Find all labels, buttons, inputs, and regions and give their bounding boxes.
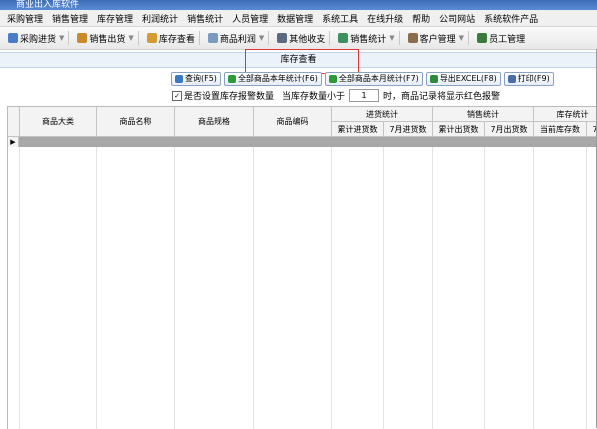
- action-button-label: 全部商品本年统计(F6): [237, 74, 318, 83]
- selected-row[interactable]: [8, 137, 597, 147]
- toolbar-button-label: 销售统计: [350, 34, 387, 45]
- income-expense-icon: [277, 33, 288, 43]
- grid-line: [533, 147, 534, 429]
- current-row-marker: ▶: [8, 137, 19, 147]
- action-button-label: 查询(F5): [185, 74, 217, 83]
- toolbar-button-label: 销售出货: [89, 34, 126, 45]
- print-icon: [507, 75, 516, 83]
- menu-item[interactable]: 在线升级: [360, 12, 405, 25]
- menu-item[interactable]: 系统工具: [315, 12, 360, 25]
- menu-bar: 采购管理 销售管理 库存管理 利润统计 销售统计 人员管理 数据管理 系统工具 在线升级 帮助 公司…: [0, 10, 597, 27]
- window-title-bar: 商业出入库软件: [0, 0, 597, 10]
- threshold-prefix: 当库存数量小于: [282, 92, 346, 102]
- grid-line: [253, 147, 254, 429]
- check-icon: [227, 75, 236, 83]
- menu-item[interactable]: 利润统计: [135, 12, 180, 25]
- toolbar-button[interactable]: 销售统计 ▼: [330, 29, 398, 47]
- toolbar-button[interactable]: 员工管理: [469, 29, 529, 47]
- grid-line: [19, 147, 20, 429]
- alarm-checkbox[interactable]: ✓: [172, 90, 182, 101]
- grid-line: [432, 147, 433, 429]
- purchase-icon: [8, 33, 18, 43]
- alarm-options: ✓ 是否设置库存报警数量 当库存数量小于 1 时，商品记录将显示红色报警: [172, 89, 500, 102]
- column-header[interactable]: 商品规格: [175, 107, 254, 137]
- menu-item[interactable]: 系统软件产品: [477, 12, 540, 25]
- action-button-row: 查询(F5) 全部商品本年统计(F6) 全部商品本月统计(F7) 导出EXCEL(F8…: [171, 72, 557, 86]
- toolbar-button[interactable]: 销售出货 ▼: [69, 29, 137, 47]
- column-group-header[interactable]: 库存统计: [534, 107, 597, 122]
- action-button[interactable]: 查询(F5): [171, 72, 221, 86]
- action-button[interactable]: 全部商品本年统计(F6): [223, 72, 322, 86]
- excel-icon: [429, 75, 438, 83]
- toolbar-button-label: 员工管理: [489, 34, 526, 45]
- grid-line: [96, 147, 97, 429]
- alarm-checkbox-label: 是否设置库存报警数量: [184, 92, 275, 102]
- menu-item[interactable]: 销售管理: [45, 12, 90, 25]
- action-button[interactable]: 打印(F9): [503, 72, 554, 86]
- toolbar-button[interactable]: 商品利润 ▼: [200, 29, 268, 47]
- toolbar-button-label: 其他收支: [289, 34, 326, 45]
- column-header[interactable]: 累计出货数: [433, 122, 485, 137]
- sales-stats-icon: [338, 33, 349, 43]
- check-icon: [328, 75, 337, 83]
- column-header[interactable]: 7月进货数: [384, 122, 433, 137]
- threshold-suffix: 时，商品记录将显示红色报警: [383, 92, 501, 102]
- search-icon: [175, 75, 183, 83]
- grid-line: [383, 147, 384, 429]
- menu-item[interactable]: 数据管理: [270, 12, 315, 25]
- grid-line: [484, 147, 485, 429]
- menu-item[interactable]: 帮助: [405, 12, 432, 25]
- menu-item[interactable]: 销售统计: [180, 12, 225, 25]
- column-header[interactable]: 商品编码: [254, 107, 332, 137]
- row-header-corner[interactable]: [8, 107, 20, 137]
- column-header[interactable]: 商品大类: [20, 107, 97, 137]
- column-header[interactable]: 累计进货数: [332, 122, 384, 137]
- column-header[interactable]: 当前库存数: [534, 122, 587, 137]
- window-title: 商业出入库软件: [16, 0, 80, 10]
- highlight-box: [245, 49, 359, 74]
- toolbar-button[interactable]: 其他收支: [269, 29, 329, 47]
- grid-line: [174, 147, 175, 429]
- grid-line: [331, 147, 332, 429]
- menu-item[interactable]: 库存管理: [90, 12, 135, 25]
- toolbar: 采购进货 ▼ 销售出货 ▼ 库存查看 商品利润 ▼ 其他收支 销售统计 ▼ 客户管理 ▼ 员工管理: [0, 27, 597, 50]
- toolbar-button-label: 库存查看: [158, 34, 195, 45]
- action-button-label: 打印(F9): [517, 74, 550, 83]
- toolbar-button-label: 客户管理: [419, 34, 456, 45]
- menu-item[interactable]: 采购管理: [0, 12, 45, 25]
- toolbar-button[interactable]: 库存查看: [139, 29, 199, 47]
- staff-icon: [477, 33, 488, 43]
- toolbar-button-label: 采购进货: [20, 34, 57, 45]
- customer-icon: [407, 33, 418, 43]
- grid-line: [586, 147, 587, 429]
- sales-icon: [77, 33, 88, 43]
- column-group-header[interactable]: 销售统计: [433, 107, 534, 122]
- column-group-header[interactable]: 进货统计: [332, 107, 433, 122]
- chevron-down-icon[interactable]: ▼: [128, 34, 133, 42]
- toolbar-button[interactable]: 客户管理 ▼: [400, 29, 468, 47]
- chevron-down-icon[interactable]: ▼: [59, 34, 64, 42]
- inventory-icon: [146, 33, 157, 43]
- profit-icon: [207, 33, 218, 43]
- toolbar-button[interactable]: 采购进货 ▼: [0, 29, 68, 47]
- menu-item[interactable]: 人员管理: [225, 12, 270, 25]
- action-button[interactable]: 导出EXCEL(F8): [425, 72, 501, 86]
- chevron-down-icon[interactable]: ▼: [459, 34, 464, 42]
- chevron-down-icon[interactable]: ▼: [389, 34, 394, 42]
- menu-item[interactable]: 公司网站: [432, 12, 477, 25]
- chevron-down-icon[interactable]: ▼: [259, 34, 264, 42]
- column-header[interactable]: 7月出货数: [485, 122, 534, 137]
- action-button[interactable]: 全部商品本月统计(F7): [324, 72, 423, 86]
- toolbar-button-label: 商品利润: [219, 34, 256, 45]
- column-header[interactable]: 商品名称: [97, 107, 175, 137]
- inventory-table: 商品大类 商品名称 商品规格 商品编码 进货统计 累计进货数 7月进货数 销售统计 累计出货数 7…: [7, 106, 597, 429]
- threshold-input[interactable]: 1: [349, 89, 380, 102]
- action-button-label: 全部商品本月统计(F7): [338, 74, 419, 83]
- action-button-label: 导出EXCEL(F8): [439, 74, 497, 83]
